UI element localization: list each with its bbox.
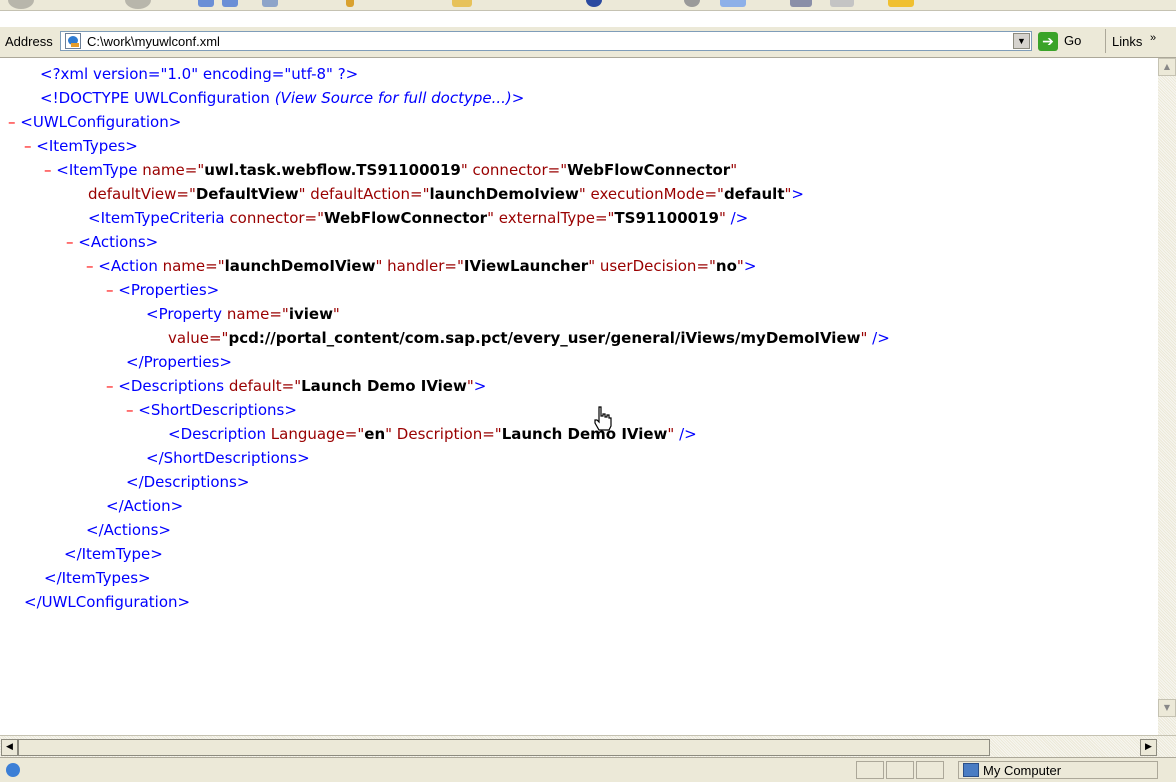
go-label: Go: [1064, 33, 1082, 48]
itemtype-open-tag: – <ItemType name="uwl.task.webflow.TS911…: [44, 161, 738, 179]
scroll-left-button[interactable]: ◀: [1, 739, 18, 756]
xml-declaration: <?xml version="1.0" encoding="utf-8" ?>: [40, 65, 359, 83]
chevron-right-icon: »: [1149, 32, 1157, 44]
scroll-right-button[interactable]: ▶: [1140, 739, 1157, 756]
action-open-tag: – <Action name="launchDemoIView" handler…: [86, 257, 757, 275]
refresh-icon[interactable]: [222, 0, 238, 7]
uwlconfiguration-open-tag: – <UWLConfiguration>: [8, 113, 182, 131]
scroll-thumb[interactable]: [18, 739, 990, 756]
collapse-toggle[interactable]: –: [24, 137, 32, 155]
status-panel: [916, 761, 944, 779]
xml-doctype: <!DOCTYPE UWLConfiguration (View Source …: [40, 89, 525, 107]
zone-label: My Computer: [983, 763, 1062, 778]
history-icon[interactable]: [684, 0, 700, 7]
go-arrow-icon: ➔: [1038, 32, 1058, 51]
collapse-toggle[interactable]: –: [66, 233, 74, 251]
uwlconfiguration-close-tag: </UWLConfiguration>: [24, 593, 191, 611]
address-url[interactable]: C:\work\myuwlconf.xml: [87, 34, 220, 49]
links-label: Links: [1112, 34, 1143, 49]
status-panel: [886, 761, 914, 779]
address-label: Address: [5, 34, 53, 49]
toolbar: [0, 0, 1176, 11]
divider: [1105, 29, 1106, 53]
links-button[interactable]: Links »: [1112, 32, 1156, 49]
horizontal-scrollbar[interactable]: ◀ ▶: [0, 735, 1176, 758]
address-bar: Address C:\work\myuwlconf.xml ▼ ➔ Go Lin…: [0, 27, 1176, 58]
actions-close-tag: </Actions>: [86, 521, 171, 539]
vertical-scrollbar[interactable]: ▲ ▼: [1158, 58, 1176, 735]
descriptions-close-tag: </Descriptions>: [126, 473, 250, 491]
discuss-icon[interactable]: [888, 0, 914, 7]
stop-icon[interactable]: [198, 0, 214, 7]
properties-close-tag: </Properties>: [126, 353, 232, 371]
itemtype-close-tag: </ItemType>: [64, 545, 163, 563]
shortdescriptions-close-tag: </ShortDescriptions>: [146, 449, 310, 467]
properties-open-tag: – <Properties>: [106, 281, 220, 299]
scroll-down-button[interactable]: ▼: [1158, 699, 1176, 717]
collapse-toggle[interactable]: –: [44, 161, 52, 179]
favorites-icon[interactable]: [452, 0, 472, 7]
search-icon[interactable]: [346, 0, 354, 7]
xml-document-view: <?xml version="1.0" encoding="utf-8" ?> …: [0, 58, 1158, 735]
address-input[interactable]: C:\work\myuwlconf.xml ▼: [60, 31, 1032, 51]
shortdescriptions-open-tag: – <ShortDescriptions>: [126, 401, 297, 419]
collapse-toggle[interactable]: –: [106, 281, 114, 299]
home-icon[interactable]: [262, 0, 278, 7]
go-button[interactable]: ➔ Go: [1038, 31, 1088, 52]
status-bar: My Computer: [0, 757, 1176, 782]
description-tag: <Description Language="en" Description="…: [168, 425, 697, 443]
itemtypecriteria-tag: <ItemTypeCriteria connector="WebFlowConn…: [88, 209, 749, 227]
edit-icon[interactable]: [830, 0, 854, 7]
action-close-tag: </Action>: [106, 497, 184, 515]
property-tag: <Property name="iview": [146, 305, 340, 323]
print-icon[interactable]: [790, 0, 812, 7]
page-status-icon: [6, 763, 20, 777]
scroll-up-button[interactable]: ▲: [1158, 58, 1176, 76]
forward-button-icon[interactable]: [125, 0, 151, 9]
itemtypes-open-tag: – <ItemTypes>: [24, 137, 138, 155]
mail-icon[interactable]: [720, 0, 746, 7]
media-icon[interactable]: [586, 0, 602, 7]
property-value-attribute: value="pcd://portal_content/com.sap.pct/…: [168, 329, 890, 347]
actions-open-tag: – <Actions>: [66, 233, 159, 251]
security-zone: My Computer: [958, 761, 1158, 779]
xml-page-icon: [65, 33, 81, 49]
collapse-toggle[interactable]: –: [86, 257, 94, 275]
back-button-icon[interactable]: [8, 0, 34, 9]
hand-cursor-icon: [594, 406, 612, 431]
status-panel: [856, 761, 884, 779]
itemtype-attributes: defaultView="DefaultView" defaultAction=…: [88, 185, 804, 203]
computer-icon: [963, 763, 979, 777]
collapse-toggle[interactable]: –: [126, 401, 134, 419]
descriptions-open-tag: – <Descriptions default="Launch Demo IVi…: [106, 377, 487, 395]
collapse-toggle[interactable]: –: [106, 377, 114, 395]
chevron-down-icon[interactable]: ▼: [1013, 33, 1030, 49]
collapse-toggle[interactable]: –: [8, 113, 16, 131]
itemtypes-close-tag: </ItemTypes>: [44, 569, 151, 587]
